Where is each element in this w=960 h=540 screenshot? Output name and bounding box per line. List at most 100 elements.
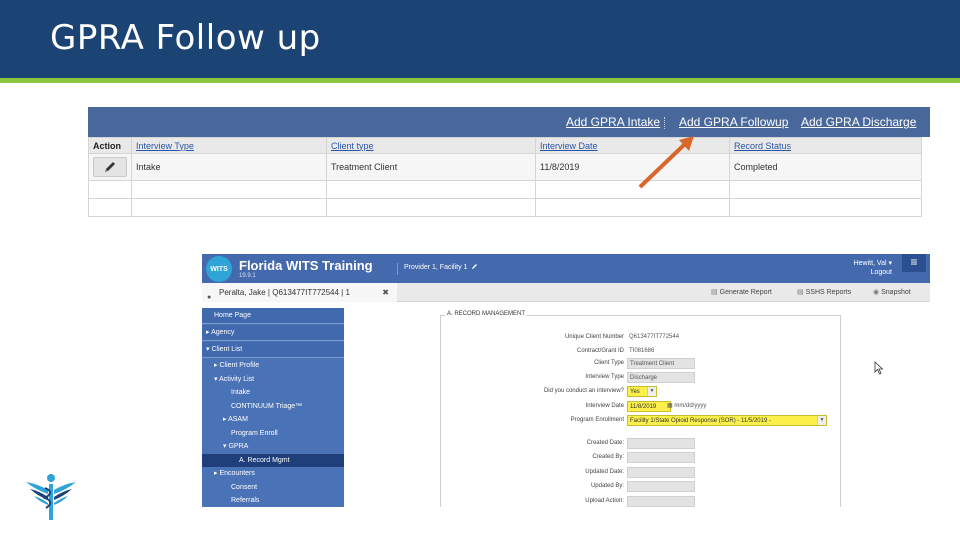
cell-record-status: Completed	[729, 153, 922, 181]
field-input[interactable]	[627, 481, 695, 492]
sidebar-item[interactable]: CONTINUUM Triage™	[202, 400, 344, 413]
sidebar-item[interactable]: A. Record Mgmt	[202, 453, 344, 467]
provider-selector[interactable]: Provider 1, Facility 1	[397, 263, 478, 275]
form-row: Created Date:	[441, 438, 842, 450]
hamburger-icon[interactable]: ≡	[902, 254, 926, 272]
chevron-down-icon[interactable]: ▼	[647, 387, 656, 396]
table-header-row: Action Interview Type Client type Interv…	[88, 137, 922, 154]
form-row: Created By:	[441, 452, 842, 464]
field-label: Interview Date	[585, 403, 624, 409]
cell-client-type: Treatment Client	[326, 153, 536, 181]
table-row-empty	[88, 180, 922, 199]
sidebar-item[interactable]: Home Page	[202, 308, 344, 324]
gpra-table: Action Interview Type Client type Interv…	[88, 137, 922, 217]
wits-logo: WITS	[206, 256, 232, 282]
form-row: Updated By:	[441, 481, 842, 493]
slide-title: GPRA Follow up	[50, 18, 321, 58]
camera-icon: ◉	[873, 289, 880, 296]
cursor-icon	[874, 361, 884, 375]
sidebar-item[interactable]: ▾ Client List	[202, 342, 344, 358]
column-header-record-status[interactable]: Record Status	[729, 137, 922, 154]
sidebar-item[interactable]: ▸ Agency	[202, 325, 344, 341]
client-tab[interactable]: ● Peralta, Jake | Q613477IT772544 | 1 ✖	[202, 283, 397, 302]
sshs-reports-link[interactable]: ▤ SSHS Reports	[797, 288, 851, 296]
field-input[interactable]	[627, 438, 695, 449]
client-subbar: ● Peralta, Jake | Q613477IT772544 | 1 ✖ …	[202, 283, 930, 302]
section-title: A. RECORD MANAGEMENT	[445, 311, 528, 317]
field-input[interactable]: Discharge	[627, 372, 695, 383]
slide: GPRA Follow up Add GPRA Intake Add GPRA …	[0, 0, 960, 540]
field-input[interactable]	[627, 467, 695, 478]
field-label: Created By:	[592, 454, 624, 460]
user-name[interactable]: Hewitt, Val	[854, 260, 887, 267]
field-input[interactable]	[627, 496, 695, 507]
grid-toolbar: Add GPRA Intake Add GPRA Followup Add GP…	[88, 107, 930, 137]
chevron-down-icon: ▾	[886, 260, 892, 267]
sidebar-item[interactable]: Intake	[202, 386, 344, 399]
column-header-interview-date[interactable]: Interview Date	[535, 137, 730, 154]
sidebar-item-label: Agency	[211, 329, 235, 336]
sidebar-item[interactable]: Program Enroll	[202, 427, 344, 440]
add-gpra-followup-link[interactable]: Add GPRA Followup	[679, 115, 788, 129]
column-header-action: Action	[88, 137, 132, 154]
field-label: Upload Action:	[585, 498, 624, 504]
app-version: 19.9.1	[239, 273, 256, 279]
add-gpra-discharge-link[interactable]: Add GPRA Discharge	[801, 115, 916, 129]
action-cell	[88, 153, 132, 181]
form-row: Client Type Treatment Client	[441, 358, 842, 370]
provider-name: Provider 1, Facility 1	[404, 264, 468, 271]
sidebar-item[interactable]: ▾ Activity List	[202, 373, 344, 386]
slide-header: GPRA Follow up	[0, 0, 960, 83]
field-value: TI081686	[629, 348, 655, 354]
sidebar-item-label: Program Enroll	[231, 429, 278, 437]
cell-interview-type: Intake	[131, 153, 327, 181]
snapshot-link[interactable]: ◉ Snapshot	[873, 288, 911, 296]
table-row[interactable]: Intake Treatment Client 11/8/2019 Comple…	[88, 153, 922, 181]
column-header-interview-type[interactable]: Interview Type	[131, 137, 327, 154]
field-label: Contract/Grant ID	[576, 348, 624, 354]
sidebar-item-label: Activity List	[219, 375, 255, 383]
sidebar-item-label: Intake	[231, 389, 251, 396]
field-label: Did you conduct an interview?	[543, 388, 624, 394]
form-row: Interview Date 11/8/2019 ▦ mm/dd/yyyy	[441, 401, 842, 413]
sidebar-item[interactable]: ▸ Client Profile	[202, 359, 344, 372]
wits-screenshot: WITS Florida WITS Training 19.9.1 Provid…	[202, 254, 930, 507]
cell-interview-date: 11/8/2019	[535, 153, 730, 181]
close-icon[interactable]: ✖	[382, 283, 389, 302]
generate-report-link[interactable]: ▤ Generate Report	[711, 288, 772, 296]
client-tab-label: Peralta, Jake | Q613477IT772544 | 1	[219, 288, 350, 297]
form-row: Upload Action:	[441, 496, 842, 507]
pointer-arrow-icon	[638, 136, 694, 189]
toolbar-separator	[664, 117, 665, 129]
sidebar-item[interactable]: ▸ Encounters	[202, 467, 344, 480]
form-row: Unique Client Number Q613477IT772544	[441, 332, 842, 344]
sidebar-item-label: GPRA	[228, 443, 249, 450]
person-icon: ●	[207, 294, 212, 301]
field-label: Client Type	[594, 360, 624, 366]
field-input[interactable]: Yes ▼	[627, 386, 657, 397]
form-row: Updated Date:	[441, 467, 842, 479]
field-input[interactable]: 11/8/2019	[627, 401, 671, 412]
add-gpra-intake-link[interactable]: Add GPRA Intake	[566, 115, 660, 129]
sidebar-item[interactable]: ▸ ASAM	[202, 413, 344, 426]
report-icon: ▤	[797, 289, 804, 296]
field-label: Program Enrollment	[570, 417, 624, 423]
field-label: Created Date:	[586, 440, 624, 446]
field-label: Updated Date:	[585, 469, 624, 475]
sidebar-item-label: Home Page	[214, 312, 251, 319]
accent-line	[0, 78, 960, 83]
sidebar-item[interactable]: ▾ GPRA	[202, 440, 344, 453]
field-input[interactable]: Treatment Client	[627, 358, 695, 369]
sidebar-item[interactable]: Consent	[202, 481, 344, 494]
logout-link[interactable]: Logout	[871, 269, 892, 276]
column-header-client-type[interactable]: Client type	[326, 137, 536, 154]
app-title: Florida WITS Training	[239, 258, 373, 273]
sidebar-item[interactable]: Referrals	[202, 494, 344, 507]
field-input[interactable]	[627, 452, 695, 463]
field-label: Interview Type	[585, 374, 624, 380]
field-value: Q613477IT772544	[629, 334, 680, 340]
chevron-down-icon[interactable]: ▼	[817, 416, 826, 425]
field-input[interactable]: Facility 1/State Opioid Response (SOR) -…	[627, 415, 827, 426]
sidebar-item-label: Client Profile	[219, 362, 260, 369]
edit-button[interactable]	[93, 157, 127, 177]
